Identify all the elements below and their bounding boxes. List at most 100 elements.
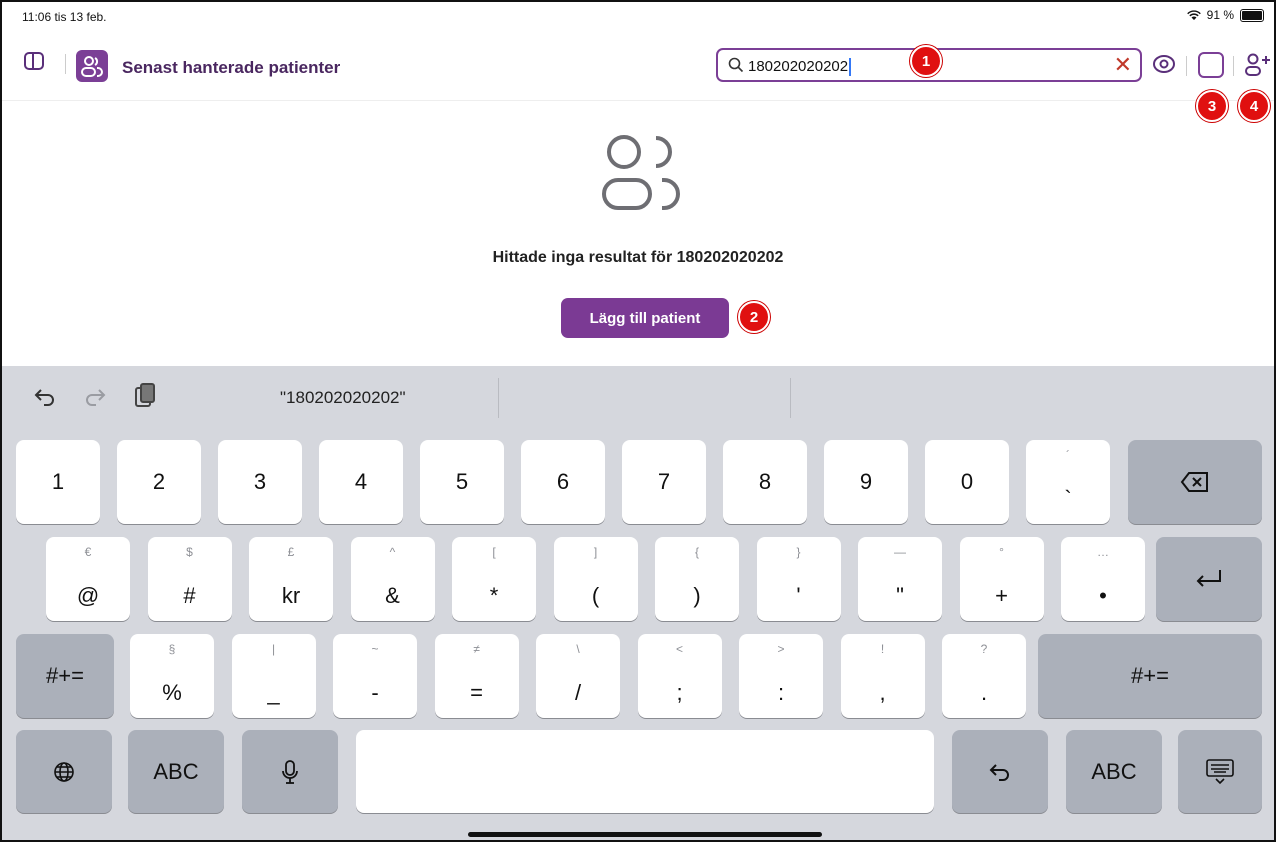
key-row3-8[interactable]: ?. [942, 634, 1026, 718]
key-row2-6[interactable]: {) [655, 537, 739, 621]
key-label: ( [591, 583, 600, 608]
key-label: 7 [657, 469, 671, 494]
key-row2-2[interactable]: £ kr [249, 537, 333, 621]
key-label: " [896, 583, 904, 608]
annotation-badge-1: 1 [910, 45, 942, 77]
key-row2-0[interactable]: € @ [46, 537, 130, 621]
divider [1233, 56, 1234, 76]
key-row2-5[interactable]: ]( [553, 537, 638, 621]
key-label: * [489, 583, 499, 608]
microphone-icon [282, 759, 298, 784]
key-label: @ [76, 583, 100, 608]
dictation-key[interactable] [242, 730, 338, 813]
key-row2-9[interactable]: ° + [959, 537, 1044, 621]
key-label: 2 [152, 469, 166, 494]
undo-key[interactable] [952, 730, 1048, 813]
key-grave[interactable]: ´ ` [1026, 440, 1110, 524]
key-secondary-label: ^ [389, 545, 396, 559]
autocorrect-suggestion[interactable]: "180202020202" [280, 388, 406, 408]
status-time-date: 11:06 tis 13 feb. [22, 10, 107, 24]
backspace-key[interactable] [1128, 440, 1262, 524]
key-row2-10[interactable]: … • [1061, 537, 1145, 621]
key-label: % [162, 680, 182, 705]
key-label: 0 [960, 469, 974, 494]
key-secondary-label: \ [576, 642, 580, 656]
symbols-key-left[interactable]: #+= [16, 634, 114, 718]
key-7[interactable]: 7 [622, 440, 706, 524]
add-patient-button[interactable]: Lägg till patient [561, 298, 729, 338]
no-results-message: Hittade inga resultat för 180202020202 [492, 249, 784, 266]
no-patients-icon [602, 135, 680, 210]
abc-key-left[interactable]: ABC [128, 730, 224, 813]
scan-icon[interactable] [1198, 52, 1224, 78]
sidebar-toggle-icon[interactable] [24, 52, 44, 70]
key-label: 4 [354, 469, 368, 494]
key-label: & [385, 583, 400, 608]
key-0[interactable]: 0 [925, 440, 1009, 524]
abc-key-right[interactable]: ABC [1066, 730, 1162, 813]
key-5[interactable]: 5 [420, 440, 504, 524]
divider [498, 378, 499, 418]
key-row2-4[interactable]: [* [452, 537, 536, 621]
keyboard-hide-icon [1206, 758, 1234, 784]
key-row2-1[interactable]: $ # [147, 537, 232, 621]
onscreen-keyboard: "180202020202" 1 2 3 4 5 6 7 8 9 0 ´ ` € @ $ # £ kr ^ &[*](… [2, 366, 1274, 840]
clear-search-icon[interactable]: ✕ [1114, 54, 1132, 76]
key-row3-5[interactable]: <; [637, 634, 722, 718]
return-key[interactable] [1156, 537, 1262, 621]
key-secondary-label: | [271, 642, 276, 656]
key-row2-7[interactable]: } ' [756, 537, 841, 621]
symbols-key-right[interactable]: #+= [1038, 634, 1262, 718]
key-label: 6 [556, 469, 570, 494]
key-secondary-label: € [84, 545, 92, 559]
key-secondary-label: ! [880, 642, 885, 656]
key-row3-2[interactable]: ~ - [333, 634, 417, 718]
key-label: : [777, 680, 785, 705]
key-label: 9 [859, 469, 873, 494]
annotation-badge-2: 2 [738, 301, 770, 333]
space-key[interactable] [356, 730, 934, 813]
key-9[interactable]: 9 [824, 440, 908, 524]
key-label: / [574, 680, 582, 705]
key-label: - [371, 680, 379, 705]
undo-icon[interactable] [34, 388, 56, 406]
key-row3-0[interactable]: §% [130, 634, 214, 718]
key-row3-7[interactable]: !, [840, 634, 925, 718]
key-2[interactable]: 2 [117, 440, 201, 524]
divider [1186, 56, 1187, 76]
key-row3-1[interactable]: | _ [231, 634, 316, 718]
text-caret [849, 58, 852, 77]
key-row3-3[interactable]: ≠ = [434, 634, 519, 718]
key-label: 1 [51, 469, 65, 494]
key-secondary-label: ´ [1066, 448, 1070, 462]
key-label: ABC [1091, 758, 1137, 784]
patients-icon [76, 50, 108, 82]
paste-icon[interactable] [134, 382, 156, 408]
key-secondary-label: [ [492, 545, 496, 559]
key-1[interactable]: 1 [16, 440, 100, 524]
key-row2-8[interactable]: — " [858, 537, 942, 621]
key-6[interactable]: 6 [521, 440, 605, 524]
add-person-icon[interactable] [1244, 52, 1272, 78]
key-row2-3[interactable]: ^ & [350, 537, 435, 621]
redo-icon[interactable] [84, 388, 106, 406]
return-icon [1196, 570, 1221, 587]
battery-icon [1240, 8, 1264, 22]
annotation-badge-4: 4 [1238, 90, 1270, 122]
eye-icon[interactable] [1152, 54, 1176, 74]
divider [790, 378, 791, 418]
key-row3-6[interactable]: >: [739, 634, 823, 718]
navigation-bar: Senast hanterade patienter 180202020202 … [2, 30, 1274, 122]
key-secondary-label: § [168, 642, 176, 656]
key-4[interactable]: 4 [319, 440, 403, 524]
key-secondary-label: ° [999, 545, 1004, 559]
key-label: #+= [1131, 663, 1169, 688]
hide-keyboard-key[interactable] [1178, 730, 1262, 813]
key-8[interactable]: 8 [723, 440, 807, 524]
key-row3-4[interactable]: \ / [536, 634, 620, 718]
key-secondary-label: ~ [371, 642, 379, 656]
key-3[interactable]: 3 [218, 440, 302, 524]
home-indicator [468, 832, 822, 837]
globe-key[interactable] [16, 730, 112, 813]
key-secondary-label: — [894, 545, 906, 559]
